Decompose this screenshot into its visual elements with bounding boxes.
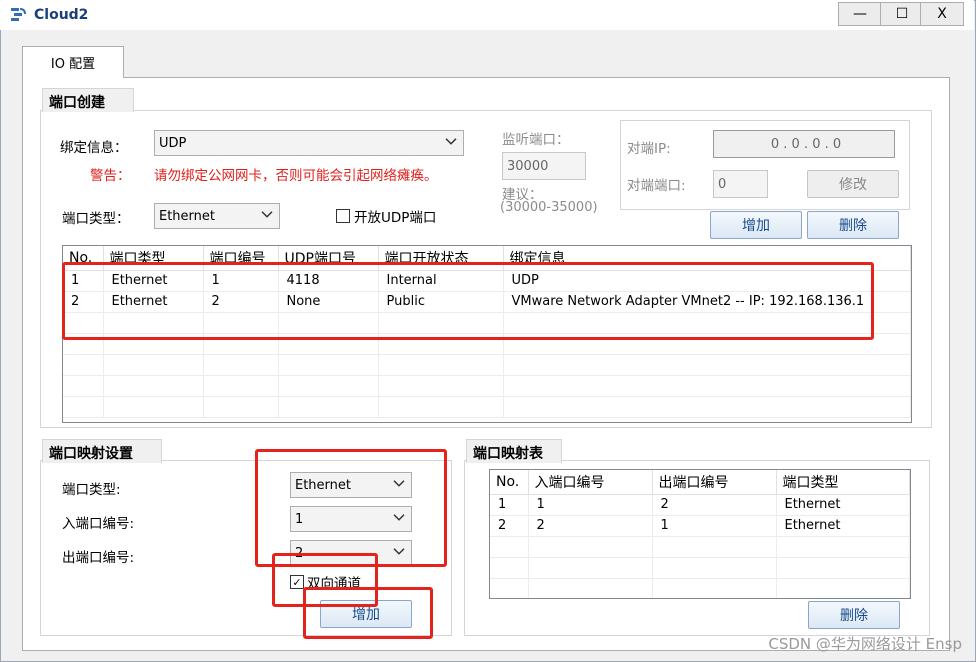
delete-mapping-button[interactable]: 删除: [808, 601, 900, 629]
chevron-down-icon: [445, 135, 457, 150]
modify-button[interactable]: 修改: [807, 170, 899, 198]
port-map-settings-title: 端口映射设置: [42, 439, 162, 463]
bind-info-select[interactable]: UDP: [154, 130, 464, 156]
annotation-box-add-button: [303, 587, 433, 639]
open-udp-checkbox[interactable]: 开放UDP端口: [336, 206, 436, 226]
close-button[interactable]: X: [920, 2, 964, 26]
table-cell: 2: [528, 515, 653, 537]
table-row: [490, 536, 910, 558]
table-row: [490, 557, 910, 579]
peer-ip-label: 对端IP:: [627, 141, 671, 157]
table-row: [63, 375, 911, 397]
table-row[interactable]: 1 1 2 Ethernet: [490, 494, 910, 516]
port-map-table: No. 入端口编号 出端口编号 端口类型 1 1 2 Ethernet 2 2 …: [489, 469, 911, 599]
watermark: CSDN @华为网络设计 Ensp: [768, 635, 962, 653]
peer-ip-input[interactable]: 0 . 0 . 0 . 0: [713, 130, 895, 158]
maximize-button[interactable]: ☐: [880, 2, 924, 26]
minimize-button[interactable]: —: [838, 2, 882, 26]
table-header: No. 入端口编号 出端口编号 端口类型: [490, 470, 910, 495]
cloud-app-icon: [10, 6, 28, 24]
port-type-value: Ethernet: [159, 208, 215, 224]
table-row: [490, 578, 910, 598]
annotation-box-mapping-selects: [255, 449, 447, 567]
in-port-label: 入端口编号:: [62, 516, 135, 532]
listen-port-input[interactable]: 30000: [502, 152, 586, 180]
table-cell: 1: [490, 494, 529, 516]
port-type-label: 端口类型：: [62, 211, 130, 227]
open-udp-label: 开放UDP端口: [354, 210, 437, 226]
title-bar[interactable]: [0, 0, 974, 30]
table-cell: 2: [652, 494, 777, 516]
table-row: [63, 396, 911, 418]
peer-port-input[interactable]: 0: [713, 170, 768, 198]
warning-text: 请勿绑定公网网卡，否则可能会引起网络瘫痪。: [154, 168, 438, 184]
window-title: Cloud2: [34, 7, 89, 23]
column-header[interactable]: 出端口编号: [652, 470, 777, 495]
column-header[interactable]: 端口类型: [776, 470, 910, 495]
checkbox-box: [336, 209, 350, 223]
map-port-type-label: 端口类型:: [62, 482, 121, 498]
out-port-label: 出端口编号:: [62, 550, 135, 566]
warning-label: 警告：: [90, 168, 131, 184]
table-cell: 2: [490, 515, 529, 537]
table-cell: Ethernet: [776, 515, 910, 537]
port-type-select[interactable]: Ethernet: [154, 203, 280, 229]
table-row: [63, 354, 911, 376]
column-header[interactable]: 入端口编号: [528, 470, 653, 495]
maximize-icon: ☐: [895, 6, 909, 22]
peer-port-label: 对端端口:: [627, 178, 686, 194]
delete-port-button[interactable]: 删除: [807, 211, 899, 239]
table-cell: 1: [528, 494, 653, 516]
suggest-range: (30000-35000): [500, 200, 598, 215]
listen-port-label: 监听端口：: [502, 132, 570, 148]
table-row[interactable]: 2 2 1 Ethernet: [490, 515, 910, 537]
table-cell: 1: [652, 515, 777, 537]
minimize-icon: —: [853, 6, 867, 22]
close-icon: X: [937, 6, 947, 22]
add-port-button[interactable]: 增加: [710, 211, 802, 239]
table-cell: Ethernet: [776, 494, 910, 516]
annotation-box-port-rows: [62, 262, 874, 340]
port-map-table-title: 端口映射表: [466, 439, 562, 463]
chevron-down-icon: [261, 208, 273, 223]
column-header[interactable]: No.: [490, 470, 529, 495]
port-create-title: 端口创建: [42, 88, 134, 112]
bind-info-label: 绑定信息：: [60, 140, 128, 156]
bind-info-value: UDP: [159, 135, 187, 151]
tab-io-config[interactable]: IO 配置: [22, 46, 124, 78]
